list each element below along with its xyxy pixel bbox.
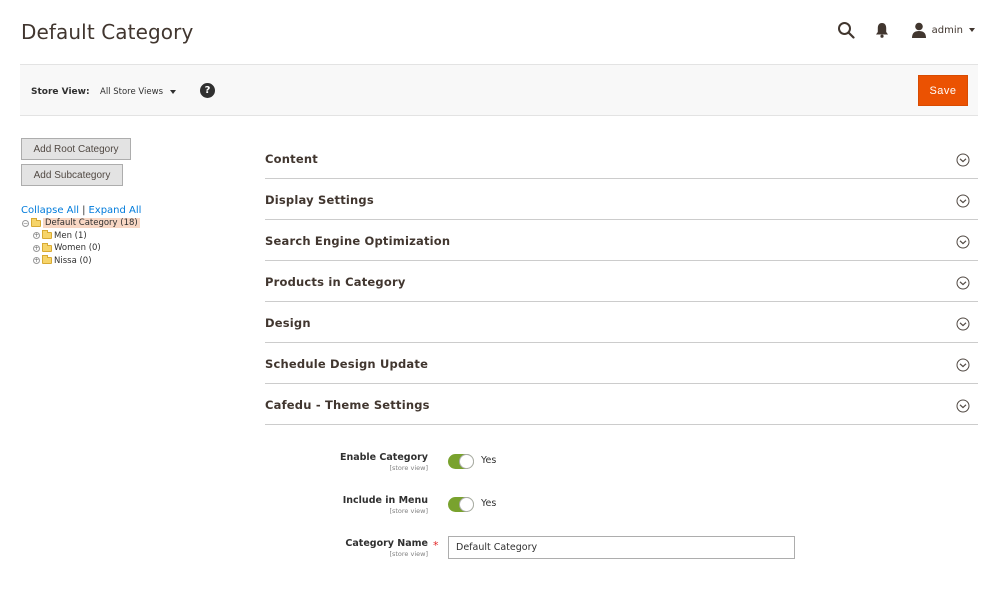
- tree-links: Collapse All | Expand All: [21, 205, 141, 216]
- header-actions: admin: [837, 20, 975, 40]
- chevron-down-circle-icon: [956, 398, 970, 413]
- add-subcategory-button[interactable]: Add Subcategory: [21, 164, 123, 186]
- scope-label: [store view]: [389, 550, 428, 558]
- folder-icon: [42, 255, 52, 265]
- tree-node-label[interactable]: Nissa (0): [54, 256, 92, 266]
- store-view-label: Store View:: [31, 87, 90, 97]
- expand-node-icon[interactable]: +: [33, 257, 40, 265]
- category-sections: Content Display Settings Search Engine O…: [265, 138, 978, 425]
- section-products-in-category[interactable]: Products in Category: [265, 261, 978, 302]
- bell-icon[interactable]: [875, 22, 889, 38]
- folder-icon: [42, 242, 52, 252]
- include-in-menu-row: Include in Menu [store view] Yes: [265, 495, 978, 519]
- collapse-node-icon[interactable]: −: [22, 219, 29, 227]
- section-title: Search Engine Optimization: [265, 234, 451, 248]
- tree-node-nissa[interactable]: + Nissa (0): [33, 255, 140, 268]
- tree-node-women[interactable]: + Women (0): [33, 242, 140, 255]
- field-label: Enable Category [store view]: [340, 452, 428, 472]
- tree-node-label[interactable]: Default Category (18): [43, 218, 140, 229]
- include-in-menu-label: Include in Menu: [342, 495, 428, 506]
- page-title: Default Category: [21, 20, 194, 44]
- tree-node-label[interactable]: Women (0): [54, 243, 101, 253]
- section-title: Design: [265, 316, 311, 330]
- store-view-bar: Store View: All Store Views ? Save: [20, 64, 978, 116]
- save-button[interactable]: Save: [918, 75, 968, 106]
- link-separator: |: [82, 205, 86, 216]
- collapse-all-link[interactable]: Collapse All: [21, 205, 79, 216]
- section-title: Cafedu - Theme Settings: [265, 398, 430, 412]
- search-icon[interactable]: [837, 21, 855, 39]
- category-tree: − Default Category (18) + Men (1) + Wome…: [22, 217, 140, 267]
- section-title: Schedule Design Update: [265, 357, 429, 371]
- chevron-down-circle-icon: [956, 275, 970, 290]
- folder-icon: [31, 217, 41, 227]
- section-title: Products in Category: [265, 275, 406, 289]
- expand-all-link[interactable]: Expand All: [88, 205, 141, 216]
- include-in-menu-value: Yes: [481, 498, 497, 509]
- user-icon: [911, 22, 927, 38]
- section-content[interactable]: Content: [265, 138, 978, 179]
- tree-node-default-category[interactable]: − Default Category (18): [22, 217, 140, 230]
- admin-name: admin: [931, 24, 963, 36]
- required-asterisk: *: [433, 539, 439, 552]
- scope-label: [store view]: [389, 464, 428, 472]
- enable-category-row: Enable Category [store view] Yes: [265, 452, 978, 476]
- chevron-down-circle-icon: [956, 316, 970, 331]
- section-cafedu-theme-settings[interactable]: Cafedu - Theme Settings: [265, 384, 978, 425]
- field-label: Include in Menu [store view]: [343, 495, 428, 515]
- chevron-down-circle-icon: [956, 152, 970, 167]
- chevron-down-circle-icon: [956, 193, 970, 208]
- category-name-label: Category Name: [345, 538, 428, 549]
- expand-node-icon[interactable]: +: [33, 244, 40, 252]
- admin-account-menu[interactable]: admin: [911, 22, 975, 38]
- chevron-down-circle-icon: [956, 234, 970, 249]
- folder-icon: [42, 230, 52, 240]
- store-view-switcher[interactable]: All Store Views: [100, 87, 177, 97]
- toggle-knob: [459, 497, 474, 512]
- tree-node-label[interactable]: Men (1): [54, 231, 87, 241]
- enable-category-value: Yes: [481, 455, 497, 466]
- section-title: Display Settings: [265, 193, 374, 207]
- chevron-down-circle-icon: [956, 357, 970, 372]
- section-title: Content: [265, 152, 318, 166]
- toggle-knob: [459, 454, 474, 469]
- enable-category-toggle[interactable]: [448, 454, 474, 469]
- tree-node-men[interactable]: + Men (1): [33, 230, 140, 243]
- store-view-selected: All Store Views: [100, 87, 164, 97]
- section-schedule-design-update[interactable]: Schedule Design Update: [265, 343, 978, 384]
- category-name-input[interactable]: [448, 536, 795, 559]
- category-name-row: Category Name [store view] *: [265, 536, 978, 562]
- scope-label: [store view]: [389, 507, 428, 515]
- include-in-menu-toggle[interactable]: [448, 497, 474, 512]
- add-root-category-button[interactable]: Add Root Category: [21, 138, 131, 160]
- help-icon[interactable]: ?: [200, 83, 215, 98]
- enable-category-label: Enable Category: [339, 452, 428, 463]
- expand-node-icon[interactable]: +: [33, 232, 40, 240]
- section-display-settings[interactable]: Display Settings: [265, 179, 978, 220]
- section-search-engine-optimization[interactable]: Search Engine Optimization: [265, 220, 978, 261]
- field-label: Category Name [store view]: [345, 538, 428, 558]
- caret-down-icon: [969, 28, 975, 32]
- caret-down-icon: [170, 90, 177, 94]
- section-design[interactable]: Design: [265, 302, 978, 343]
